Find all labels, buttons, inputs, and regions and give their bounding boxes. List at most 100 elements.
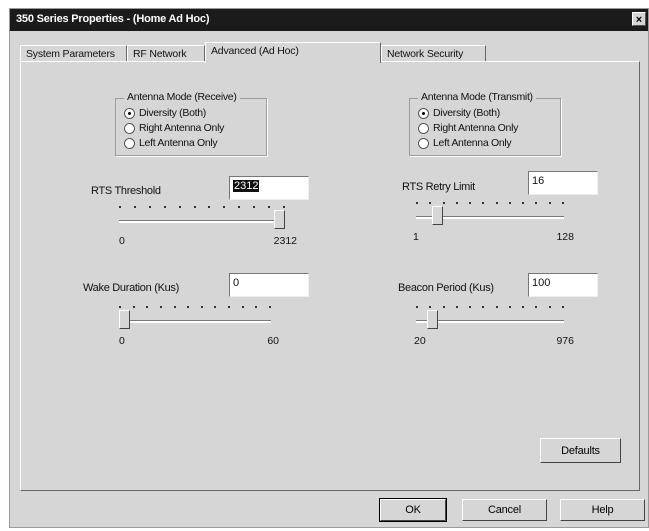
slider-tick bbox=[429, 306, 431, 308]
slider-tick bbox=[201, 306, 203, 308]
tab-system-parameters[interactable]: System Parameters bbox=[20, 45, 127, 62]
transmit-option-diversity[interactable]: Diversity (Both) bbox=[418, 107, 500, 121]
slider-tick bbox=[456, 306, 458, 308]
slider-tick bbox=[469, 202, 471, 204]
slider-tick bbox=[194, 206, 196, 208]
receive-option-label: Left Antenna Only bbox=[139, 137, 218, 150]
radio-button-icon[interactable] bbox=[418, 137, 429, 149]
radio-button-icon[interactable] bbox=[418, 122, 429, 134]
slider-tick bbox=[208, 206, 210, 208]
slider-tick bbox=[242, 306, 244, 308]
transmit-option-label: Right Antenna Only bbox=[433, 122, 519, 135]
radio-button-icon[interactable] bbox=[124, 107, 135, 119]
slider-max-label: 128 bbox=[556, 231, 574, 243]
slider-track bbox=[416, 320, 564, 323]
rts-threshold-value: 2312 bbox=[233, 180, 260, 192]
antenna-transmit-group: Antenna Mode (Transmit) Diversity (Both)… bbox=[409, 91, 561, 156]
transmit-option-label: Diversity (Both) bbox=[433, 107, 500, 120]
slider-thumb[interactable] bbox=[119, 310, 130, 329]
receive-option-right[interactable]: Right Antenna Only bbox=[124, 122, 224, 136]
slider-tick bbox=[549, 202, 551, 204]
slider-tick bbox=[268, 206, 270, 208]
transmit-option-left[interactable]: Left Antenna Only bbox=[418, 137, 512, 151]
receive-option-diversity[interactable]: Diversity (Both) bbox=[124, 107, 206, 121]
slider-tick bbox=[496, 306, 498, 308]
rts-retry-limit-label: RTS Retry Limit bbox=[402, 181, 475, 193]
slider-tick bbox=[164, 206, 166, 208]
slider-tick bbox=[133, 306, 135, 308]
receive-option-label: Diversity (Both) bbox=[139, 107, 206, 120]
wake-duration-label: Wake Duration (Kus) bbox=[83, 282, 179, 294]
slider-tick bbox=[496, 202, 498, 204]
slider-tick bbox=[416, 202, 418, 204]
tab-advanced-ad-hoc[interactable]: Advanced (Ad Hoc) bbox=[205, 42, 381, 63]
slider-tick bbox=[509, 202, 511, 204]
tab-rf-network[interactable]: RF Network bbox=[127, 45, 205, 62]
slider-max-label: 976 bbox=[556, 335, 574, 347]
slider-thumb[interactable] bbox=[432, 206, 443, 225]
window-title: 350 Series Properties - (Home Ad Hoc) bbox=[16, 13, 210, 25]
tab-network-security[interactable]: Network Security bbox=[381, 45, 486, 62]
slider-tick bbox=[134, 206, 136, 208]
slider-tick bbox=[255, 306, 257, 308]
beacon-period-input[interactable]: 100 bbox=[528, 273, 598, 297]
receive-option-label: Right Antenna Only bbox=[139, 122, 225, 135]
slider-tick bbox=[119, 206, 121, 208]
radio-button-icon[interactable] bbox=[124, 122, 135, 134]
antenna-receive-title: Antenna Mode (Receive) bbox=[124, 91, 240, 103]
slider-tick bbox=[562, 202, 564, 204]
slider-tick bbox=[228, 306, 230, 308]
slider-tick bbox=[253, 206, 255, 208]
slider-tick bbox=[482, 306, 484, 308]
close-icon[interactable]: × bbox=[632, 12, 646, 26]
slider-tick bbox=[522, 202, 524, 204]
slider-tick bbox=[469, 306, 471, 308]
slider-tick bbox=[522, 306, 524, 308]
slider-min-label: 20 bbox=[414, 335, 426, 347]
rts-retry-limit-input[interactable]: 16 bbox=[528, 171, 598, 195]
slider-tick bbox=[119, 306, 121, 308]
wake-duration-slider[interactable]: 0 60 bbox=[119, 298, 279, 347]
slider-thumb[interactable] bbox=[274, 210, 285, 229]
wake-duration-input[interactable]: 0 bbox=[229, 273, 309, 297]
defaults-button[interactable]: Defaults bbox=[540, 438, 621, 463]
transmit-option-right[interactable]: Right Antenna Only bbox=[418, 122, 518, 136]
slider-min-label: 1 bbox=[413, 231, 419, 243]
rts-threshold-slider[interactable]: 0 2312 bbox=[119, 198, 297, 247]
ok-button[interactable]: OK bbox=[379, 498, 447, 522]
slider-min-label: 0 bbox=[119, 335, 125, 347]
slider-tick bbox=[549, 306, 551, 308]
slider-thumb[interactable] bbox=[427, 310, 438, 329]
rts-threshold-input[interactable]: 2312 bbox=[229, 176, 309, 200]
slider-tick bbox=[214, 306, 216, 308]
title-bar[interactable]: 350 Series Properties - (Home Ad Hoc) × bbox=[10, 9, 648, 31]
rts-threshold-label: RTS Threshold bbox=[91, 185, 161, 197]
receive-option-left[interactable]: Left Antenna Only bbox=[124, 137, 218, 151]
slider-tick bbox=[429, 202, 431, 204]
slider-max-label: 60 bbox=[267, 335, 279, 347]
properties-dialog: 350 Series Properties - (Home Ad Hoc) × … bbox=[9, 8, 649, 528]
slider-tick bbox=[160, 306, 162, 308]
rts-retry-limit-slider[interactable]: 1 128 bbox=[413, 194, 574, 243]
slider-tick bbox=[456, 202, 458, 204]
radio-button-icon[interactable] bbox=[418, 107, 429, 119]
slider-tick bbox=[283, 206, 285, 208]
slider-tick bbox=[443, 202, 445, 204]
beacon-period-slider[interactable]: 20 976 bbox=[414, 298, 574, 347]
slider-tick bbox=[174, 306, 176, 308]
cancel-button[interactable]: Cancel bbox=[462, 499, 547, 521]
slider-tick bbox=[179, 206, 181, 208]
slider-tick bbox=[269, 306, 271, 308]
slider-tick bbox=[223, 206, 225, 208]
slider-tick bbox=[149, 206, 151, 208]
help-button[interactable]: Help bbox=[560, 499, 645, 521]
slider-tick bbox=[146, 306, 148, 308]
slider-tick bbox=[416, 306, 418, 308]
slider-min-label: 0 bbox=[119, 235, 125, 247]
antenna-receive-group: Antenna Mode (Receive) Diversity (Both) … bbox=[115, 91, 267, 156]
slider-tick bbox=[187, 306, 189, 308]
slider-tick bbox=[535, 306, 537, 308]
slider-track bbox=[119, 320, 271, 323]
radio-button-icon[interactable] bbox=[124, 137, 135, 149]
beacon-period-label: Beacon Period (Kus) bbox=[398, 282, 494, 294]
